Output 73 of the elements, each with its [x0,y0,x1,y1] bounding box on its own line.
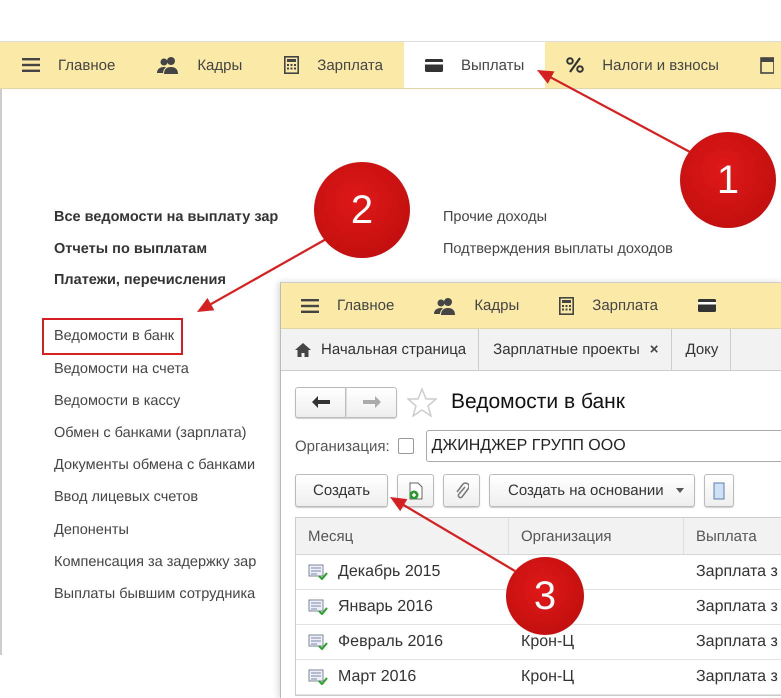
nav-link[interactable]: Депоненты [54,514,129,546]
add-document-button[interactable] [397,474,434,507]
dropdown-button[interactable]: Создать на основании [489,474,695,507]
posted-document-icon [308,634,328,650]
posted-document-icon [308,564,328,580]
nav-link[interactable]: Ведомости на счета [54,352,189,385]
table-cell: Крон-Ц [521,668,574,686]
section-tab[interactable]: Зарплата [263,42,404,88]
page-tab[interactable]: Доку [672,329,732,370]
back-button[interactable] [295,386,346,418]
filter-checkbox[interactable] [398,438,414,454]
section-tab[interactable]: Зарплата [539,296,678,314]
create-button[interactable]: Создать [295,474,388,507]
document-plus-icon [408,482,424,500]
filter-label: Организация: [295,438,390,454]
star-icon[interactable] [407,388,437,416]
card-icon [424,58,443,72]
nav-link[interactable]: Прочие доходы [443,202,548,234]
table-cell: Крон-Ц [521,633,574,651]
table-cell: Март 2016 [338,668,416,686]
table-cell: Зарплата з [696,598,778,616]
calculator-icon [559,296,574,314]
caret-icon [676,488,684,493]
table-cell: Декабрь 2015 [338,563,440,581]
posted-document-icon [308,669,328,685]
organization-field[interactable]: ДЖИНДЖЕР ГРУПП ООО [426,430,781,462]
section-tab[interactable]: Кадры [136,42,264,88]
section-tab[interactable]: Главное [0,42,136,88]
document-icon [712,482,725,500]
nav-link[interactable]: Выплаты бывшим сотрудника [54,578,256,610]
page-tab[interactable]: Зарплатные проекты × [479,329,672,370]
nav-link[interactable]: Ввод лицевых счетов [54,481,198,514]
calendar-icon[interactable] [760,56,774,74]
section-tab[interactable]: Кадры [414,296,540,314]
right-arrow-icon [362,396,380,408]
close-button[interactable]: × [650,341,659,358]
table-cell: Январь 2016 [338,598,433,616]
table-cell: Зарплата з [696,563,778,581]
nav-link[interactable]: Обмен с банками (зарплата) [54,416,247,450]
menu-icon [301,298,319,314]
left-arrow-icon [312,396,330,408]
step-number-badge: 1 [680,132,776,228]
section-link[interactable]: Платежи, перечисления [54,265,226,296]
section-link[interactable]: Отчеты по выплатам [54,234,208,265]
attach-button[interactable] [443,474,480,507]
page-tab[interactable]: Начальная страница [281,329,480,370]
table-cell: Зарплата з [696,668,778,686]
report-button[interactable] [704,474,734,507]
column-header[interactable]: Организация [521,528,612,544]
nav-link[interactable]: Подтверждения выплаты доходов [443,234,673,265]
nav-link[interactable]: Ведомости в банк [44,320,182,352]
percent-icon [566,57,584,73]
people-icon [157,56,180,74]
section-link[interactable]: Все ведомости на выплату зар [54,202,278,234]
home-icon [295,342,311,356]
nav-link[interactable]: Компенсация за задержку зар [54,546,256,578]
paperclip-icon [454,482,469,500]
calculator-icon [284,56,300,74]
menu-icon [22,57,40,73]
table-cell: Февраль 2016 [338,633,444,651]
section-tab[interactable]: Выплаты [404,42,546,88]
nav-link[interactable]: Ведомости в кассу [54,384,180,417]
people-icon [434,296,456,314]
section-tab[interactable]: Главное [281,297,414,314]
step-number-badge: 2 [314,162,410,258]
section-tab[interactable]: Налоги и взносы [545,42,740,88]
nav-link[interactable]: Документы обмена с банками [54,449,256,482]
posted-document-icon [308,599,328,615]
table-cell: Зарплата з [696,633,778,651]
column-header[interactable]: Выплата [696,528,757,544]
column-header[interactable]: Месяц [308,528,354,544]
window-title: Ведомости в банк [451,390,625,414]
card-icon [698,299,716,312]
